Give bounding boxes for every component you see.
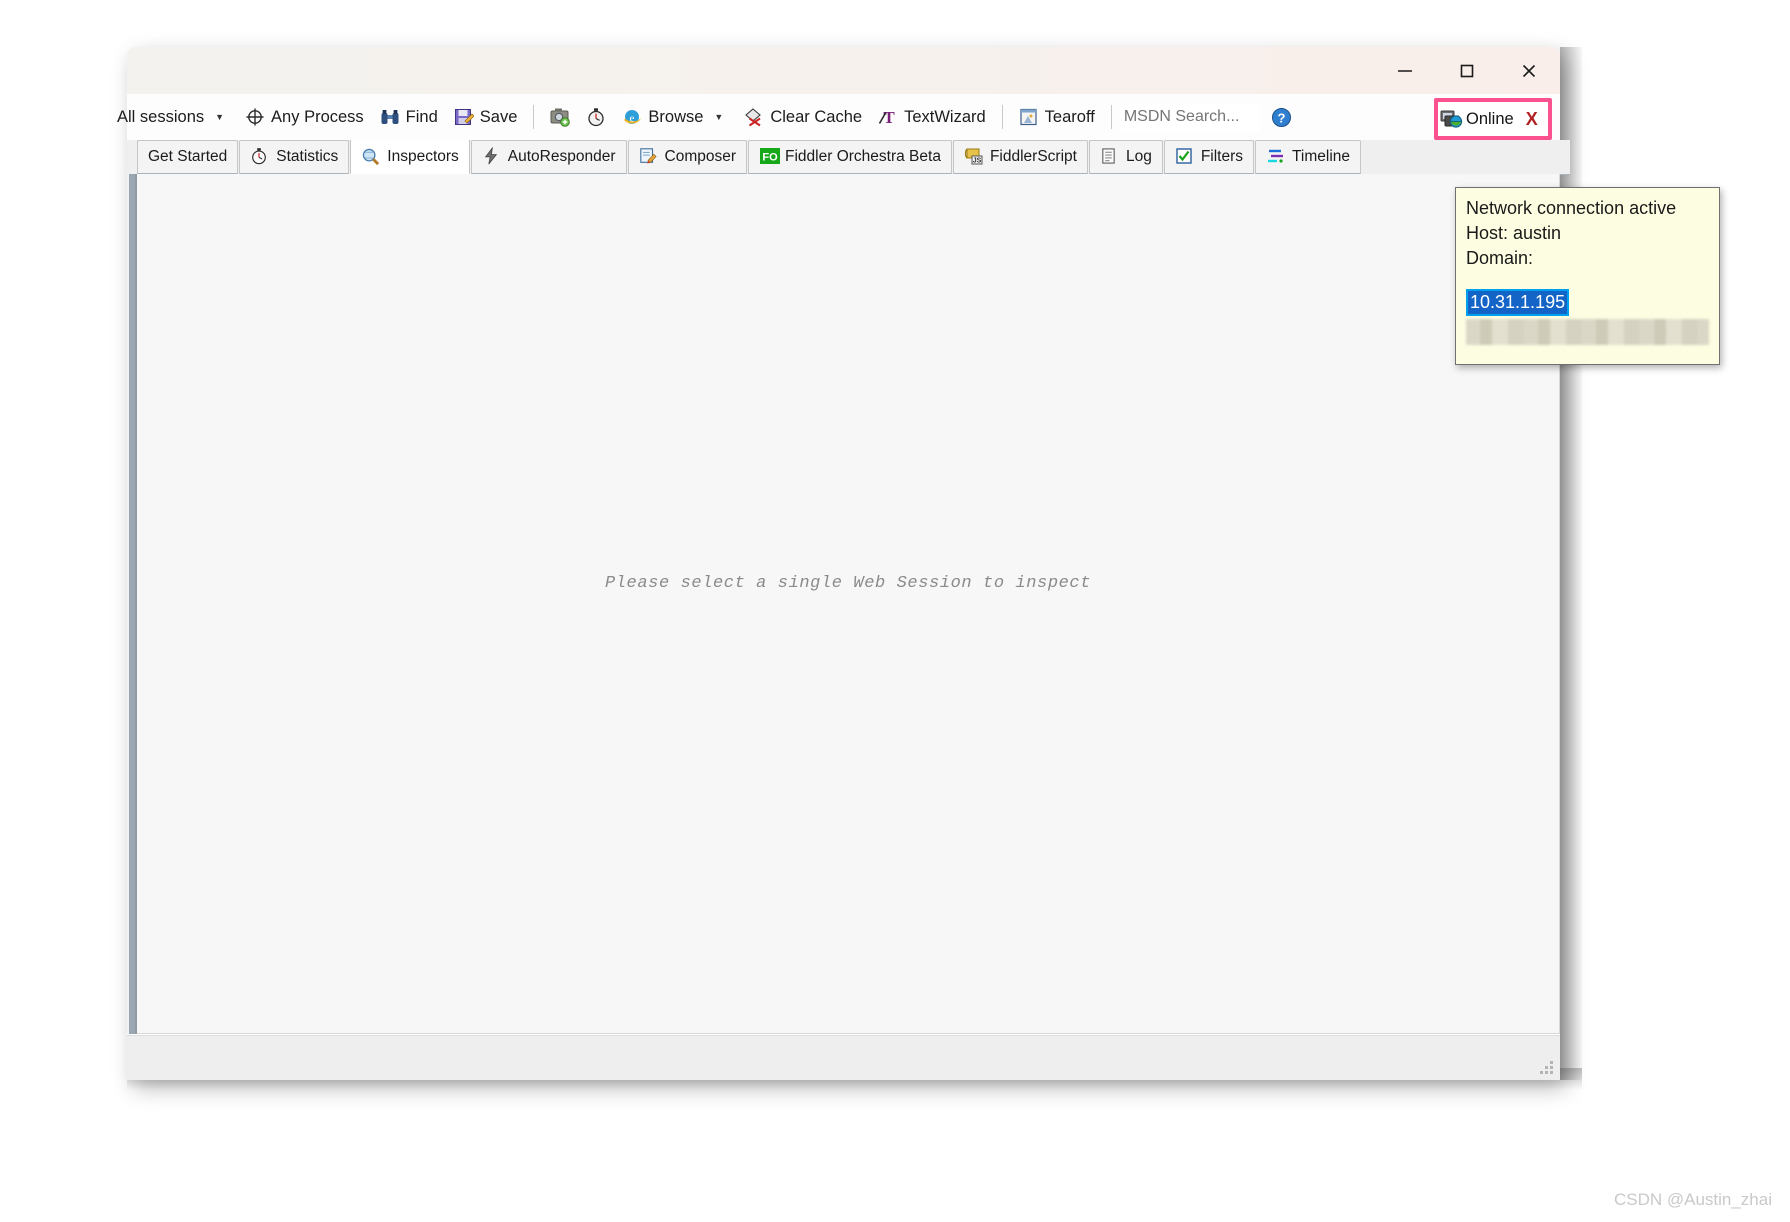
target-icon <box>245 107 265 127</box>
empty-state-message: Please select a single Web Session to in… <box>604 574 1092 593</box>
sessions-filter-dropdown[interactable]: All sessions ▼ <box>109 99 237 135</box>
tooltip-line-host: Host: austin <box>1466 223 1562 243</box>
fo-icon: FO <box>759 147 781 167</box>
title-bar <box>127 47 1560 94</box>
log-icon <box>1100 147 1120 167</box>
tab-fiddlerscript[interactable]: JS FiddlerScript <box>952 140 1088 174</box>
tab-statistics[interactable]: Statistics <box>239 140 350 174</box>
timer-button[interactable] <box>578 99 614 135</box>
checkbox-icon <box>1175 147 1195 167</box>
text-wizard-button[interactable]: T TextWizard <box>870 99 994 135</box>
window-controls <box>1374 47 1560 94</box>
status-bar <box>127 1035 1560 1080</box>
tab-label: FiddlerScript <box>989 148 1077 165</box>
find-label: Find <box>405 107 438 126</box>
main-toolbar: All sessions ▼ Any Process Find Save e B… <box>117 94 1560 140</box>
msdn-search-input[interactable] <box>1119 103 1260 131</box>
svg-text:?: ? <box>1277 110 1285 125</box>
process-filter-label: Any Process <box>271 107 364 126</box>
find-button[interactable]: Find <box>372 99 446 135</box>
sessions-filter-label: All sessions <box>117 107 205 126</box>
chevron-down-icon[interactable]: ▼ <box>709 112 728 122</box>
network-status-tooltip: Network connection active Host: austin D… <box>1455 187 1720 365</box>
toolbar-separator <box>1001 105 1003 129</box>
svg-text:e: e <box>630 113 635 125</box>
clear-cache-label: Clear Cache <box>770 107 863 126</box>
binoculars-icon <box>380 107 400 127</box>
network-icon <box>1440 108 1464 130</box>
text-wizard-label: TextWizard <box>904 107 986 126</box>
close-button[interactable] <box>1498 47 1560 94</box>
tab-label: Composer <box>664 148 737 165</box>
tab-label: Get Started <box>148 148 228 165</box>
new-session-capture-button[interactable] <box>542 99 578 135</box>
online-close-icon[interactable]: X <box>1516 109 1544 130</box>
inspectors-empty-state: Please select a single Web Session to in… <box>137 174 1560 1034</box>
svg-text:T: T <box>883 108 895 127</box>
tab-log[interactable]: Log <box>1088 140 1163 174</box>
tab-inspectors[interactable]: Inspectors <box>350 140 470 174</box>
svg-text:JS: JS <box>973 158 982 165</box>
help-button[interactable]: ? <box>1260 99 1299 135</box>
camera-icon <box>550 107 571 127</box>
online-status-highlight[interactable]: Online X <box>1434 98 1552 140</box>
tab-composer[interactable]: Composer <box>627 140 748 174</box>
maximize-button[interactable] <box>1436 47 1498 94</box>
resize-grip[interactable] <box>1540 1061 1554 1075</box>
svg-text:FO: FO <box>762 152 778 164</box>
left-spine <box>127 174 137 1034</box>
tab-autoresponder[interactable]: AutoResponder <box>470 140 627 174</box>
compose-icon <box>639 147 659 167</box>
tab-fiddler-orchestra-beta[interactable]: FO Fiddler Orchestra Beta <box>748 140 952 174</box>
save-button[interactable]: Save <box>446 99 526 135</box>
text-wizard-icon: T <box>878 107 898 127</box>
internet-explorer-icon: e <box>622 107 642 127</box>
chevron-down-icon: ▼ <box>215 112 225 122</box>
tab-get-started[interactable]: Get Started <box>137 140 239 174</box>
save-label: Save <box>479 107 518 126</box>
toolbar-separator <box>1110 105 1112 129</box>
tab-label: Filters <box>1200 148 1244 165</box>
magnifier-icon <box>361 147 381 167</box>
tab-label: Inspectors <box>387 147 459 165</box>
redacted-ip-address <box>1466 319 1709 345</box>
tab-strip: Get Started Statistics Inspectors AutoRe… <box>127 140 1570 175</box>
browse-button[interactable]: e Browse ▼ <box>614 99 736 135</box>
tearoff-button[interactable]: Tearoff <box>1011 99 1103 135</box>
browse-label: Browse <box>648 107 704 126</box>
tearoff-label: Tearoff <box>1044 107 1095 126</box>
tab-filters[interactable]: Filters <box>1163 140 1255 174</box>
fiddler-window: All sessions ▼ Any Process Find Save e B… <box>117 47 1570 1080</box>
js-icon: JS <box>964 147 984 167</box>
inspectors-content-area: Please select a single Web Session to in… <box>127 174 1560 1034</box>
tooltip-line-domain: Domain: <box>1466 248 1534 268</box>
toolbar-separator <box>533 105 535 129</box>
selected-ip-address[interactable]: 10.31.1.195 <box>1466 289 1570 316</box>
watermark: CSDN @Austin_zhai <box>1613 1190 1772 1209</box>
tab-label: Timeline <box>1292 148 1351 165</box>
minimize-button[interactable] <box>1374 47 1436 94</box>
timeline-icon <box>1266 147 1286 167</box>
tab-label: Statistics <box>276 148 339 165</box>
tooltip-line-status: Network connection active <box>1466 198 1677 218</box>
save-icon <box>454 107 474 127</box>
help-icon: ? <box>1271 107 1291 127</box>
process-filter-button[interactable]: Any Process <box>237 99 372 135</box>
clear-cache-button[interactable]: Clear Cache <box>736 99 870 135</box>
tearoff-icon <box>1019 107 1039 127</box>
tab-label: Fiddler Orchestra Beta <box>785 148 941 165</box>
tab-label: AutoResponder <box>507 148 616 165</box>
stopwatch-icon <box>250 147 270 167</box>
stopwatch-icon <box>586 107 606 127</box>
tab-label: Log <box>1125 148 1152 165</box>
lightning-icon <box>482 147 502 167</box>
clear-cache-icon <box>744 107 764 127</box>
tab-timeline[interactable]: Timeline <box>1255 140 1362 174</box>
online-label: Online <box>1466 109 1514 128</box>
